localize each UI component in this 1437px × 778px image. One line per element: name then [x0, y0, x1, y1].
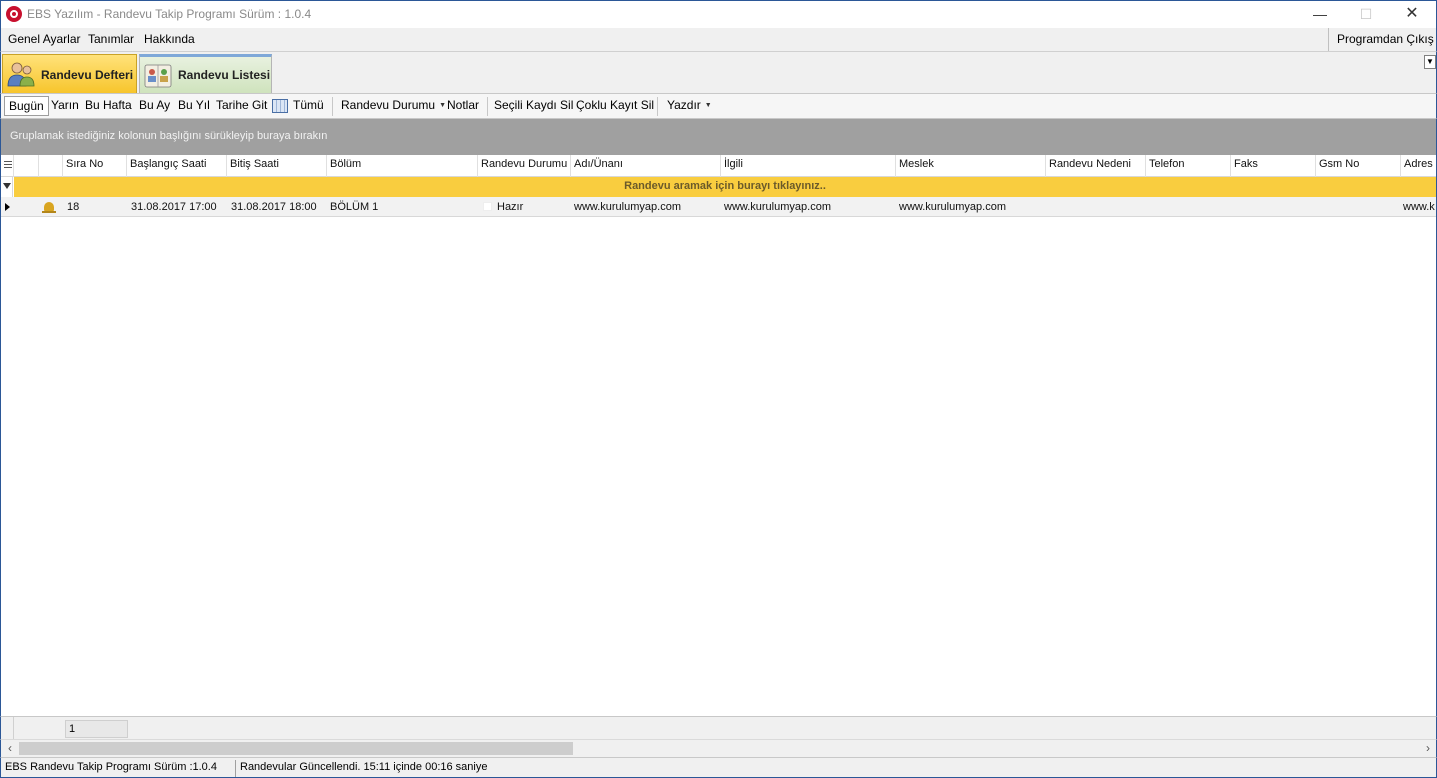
calendar-icon[interactable]	[272, 99, 288, 113]
tab-randevu-defteri[interactable]: Randevu Defteri	[2, 54, 137, 93]
column-header-sira-no[interactable]: Sıra No	[63, 155, 127, 177]
group-by-hint: Gruplamak istediğiniz kolonun başlığını …	[10, 130, 328, 142]
column-header-bitis[interactable]: Bitiş Saati	[227, 155, 327, 177]
chevron-down-icon: ▼	[704, 102, 712, 110]
search-filter-bar[interactable]: Randevu aramak için burayı tıklayınız..	[14, 177, 1436, 197]
scroll-thumb[interactable]	[19, 742, 573, 755]
menu-bar: Genel Ayarlar Tanımlar Hakkında Programd…	[0, 28, 1437, 51]
column-chooser-button[interactable]	[1, 155, 14, 177]
column-header-meslek[interactable]: Meslek	[896, 155, 1046, 177]
tab-randevu-listesi[interactable]: Randevu Listesi	[139, 54, 272, 93]
status-version: EBS Randevu Takip Programı Sürüm :1.0.4	[2, 760, 236, 777]
this-week-button[interactable]: Bu Hafta	[85, 98, 132, 112]
window-title: EBS Yazılım - Randevu Takip Programı Sür…	[27, 7, 312, 21]
cell-durum: Hazır	[497, 201, 524, 213]
status-bar: EBS Randevu Takip Programı Sürüm :1.0.4 …	[0, 757, 1437, 778]
footer-divider	[13, 717, 14, 739]
column-header-blank[interactable]	[39, 155, 63, 177]
close-button[interactable]: ✕	[1389, 1, 1435, 28]
menu-general-settings[interactable]: Genel Ayarlar	[8, 32, 81, 46]
app-logo-icon	[6, 6, 22, 22]
appointment-status-dropdown[interactable]: Randevu Durumu ▼	[341, 98, 446, 112]
column-chooser-icon	[4, 161, 12, 170]
cell-baslangic: 31.08.2017 17:00	[131, 201, 217, 213]
toolbar-separator	[332, 97, 333, 116]
column-header-faks[interactable]: Faks	[1231, 155, 1316, 177]
menu-about[interactable]: Hakkında	[144, 32, 195, 46]
status-message: Randevular Güncellendi. 15:11 içinde 00:…	[240, 761, 488, 773]
group-by-panel[interactable]: Gruplamak istediğiniz kolonun başlığını …	[0, 119, 1437, 155]
cell-sira-no: 18	[67, 201, 80, 213]
status-dropdown-label: Randevu Durumu	[341, 98, 436, 112]
tab-label: Randevu Defteri	[41, 68, 134, 82]
row-indicator-icon	[5, 203, 10, 211]
chevron-down-icon: ▼	[439, 102, 446, 110]
table-row[interactable]: 18 31.08.2017 17:00 31.08.2017 18:00 BÖL…	[1, 197, 1436, 217]
tab-strip: Randevu Defteri Randevu Listesi ▼	[0, 51, 1437, 93]
column-header-telefon[interactable]: Telefon	[1146, 155, 1231, 177]
page-number-field[interactable]: 1	[65, 720, 128, 738]
status-color-swatch	[483, 202, 492, 211]
column-header-icon[interactable]	[14, 155, 39, 177]
toolbar: Bugün Yarın Bu Hafta Bu Ay Bu Yıl Tarihe…	[0, 93, 1437, 119]
column-header-nedeni[interactable]: Randevu Nedeni	[1046, 155, 1146, 177]
print-dropdown[interactable]: Yazdır ▼	[667, 98, 712, 112]
column-header-baslangic[interactable]: Başlangıç Saati	[127, 155, 227, 177]
title-bar: EBS Yazılım - Randevu Takip Programı Sür…	[0, 0, 1437, 28]
column-header-bolum[interactable]: Bölüm	[327, 155, 478, 177]
maximize-button[interactable]: ☐	[1343, 1, 1389, 28]
filter-row: Randevu aramak için burayı tıklayınız..	[1, 177, 1436, 197]
this-month-button[interactable]: Bu Ay	[139, 98, 170, 112]
grid-footer: 1	[0, 716, 1437, 739]
minimize-button[interactable]: —	[1297, 1, 1343, 28]
toolbar-separator	[657, 97, 658, 116]
menu-exit-program[interactable]: Programdan Çıkış	[1337, 32, 1434, 46]
exit-menu-container: Programdan Çıkış	[1328, 28, 1437, 51]
cell-bolum: BÖLÜM 1	[330, 201, 379, 213]
toolbar-separator	[487, 97, 488, 116]
column-header-gsm[interactable]: Gsm No	[1316, 155, 1401, 177]
menu-definitions[interactable]: Tanımlar	[88, 32, 134, 46]
column-header-adres[interactable]: Adres	[1401, 155, 1436, 177]
grid-header: Sıra No Başlangıç Saati Bitiş Saati Bölü…	[1, 155, 1436, 177]
column-header-adi[interactable]: Adı/Ünanı	[571, 155, 721, 177]
tomorrow-button[interactable]: Yarın	[51, 98, 79, 112]
cell-adres: www.k	[1403, 201, 1435, 213]
tab-label: Randevu Listesi	[178, 68, 271, 82]
cell-adi: www.kurulumyap.com	[574, 201, 681, 213]
column-header-ilgili[interactable]: İlgili	[721, 155, 896, 177]
cell-meslek: www.kurulumyap.com	[899, 201, 1006, 213]
appointments-grid: Sıra No Başlangıç Saati Bitiş Saati Bölü…	[0, 155, 1437, 716]
column-header-durum[interactable]: Randevu Durumu	[478, 155, 571, 177]
scroll-right-icon[interactable]: ›	[1421, 742, 1435, 756]
today-button[interactable]: Bugün	[4, 96, 49, 116]
filter-gutter	[1, 177, 13, 197]
this-year-button[interactable]: Bu Yıl	[178, 98, 210, 112]
go-to-date-button[interactable]: Tarihe Git	[216, 98, 267, 112]
notes-button[interactable]: Notlar	[447, 98, 479, 112]
bell-icon	[42, 202, 56, 213]
people-icon	[7, 62, 35, 87]
print-dropdown-label: Yazdır	[667, 98, 701, 112]
book-people-icon	[144, 64, 172, 88]
delete-multiple-button[interactable]: Çoklu Kayıt Sil	[576, 98, 654, 112]
cell-bitis: 31.08.2017 18:00	[231, 201, 317, 213]
filter-icon	[3, 183, 11, 189]
tab-dropdown-chevron-icon[interactable]: ▼	[1424, 55, 1436, 69]
all-button[interactable]: Tümü	[293, 98, 324, 112]
horizontal-scrollbar[interactable]: ‹ ›	[0, 739, 1437, 757]
cell-ilgili: www.kurulumyap.com	[724, 201, 831, 213]
delete-selected-button[interactable]: Seçili Kaydı Sil	[494, 98, 573, 112]
scroll-left-icon[interactable]: ‹	[3, 742, 17, 756]
